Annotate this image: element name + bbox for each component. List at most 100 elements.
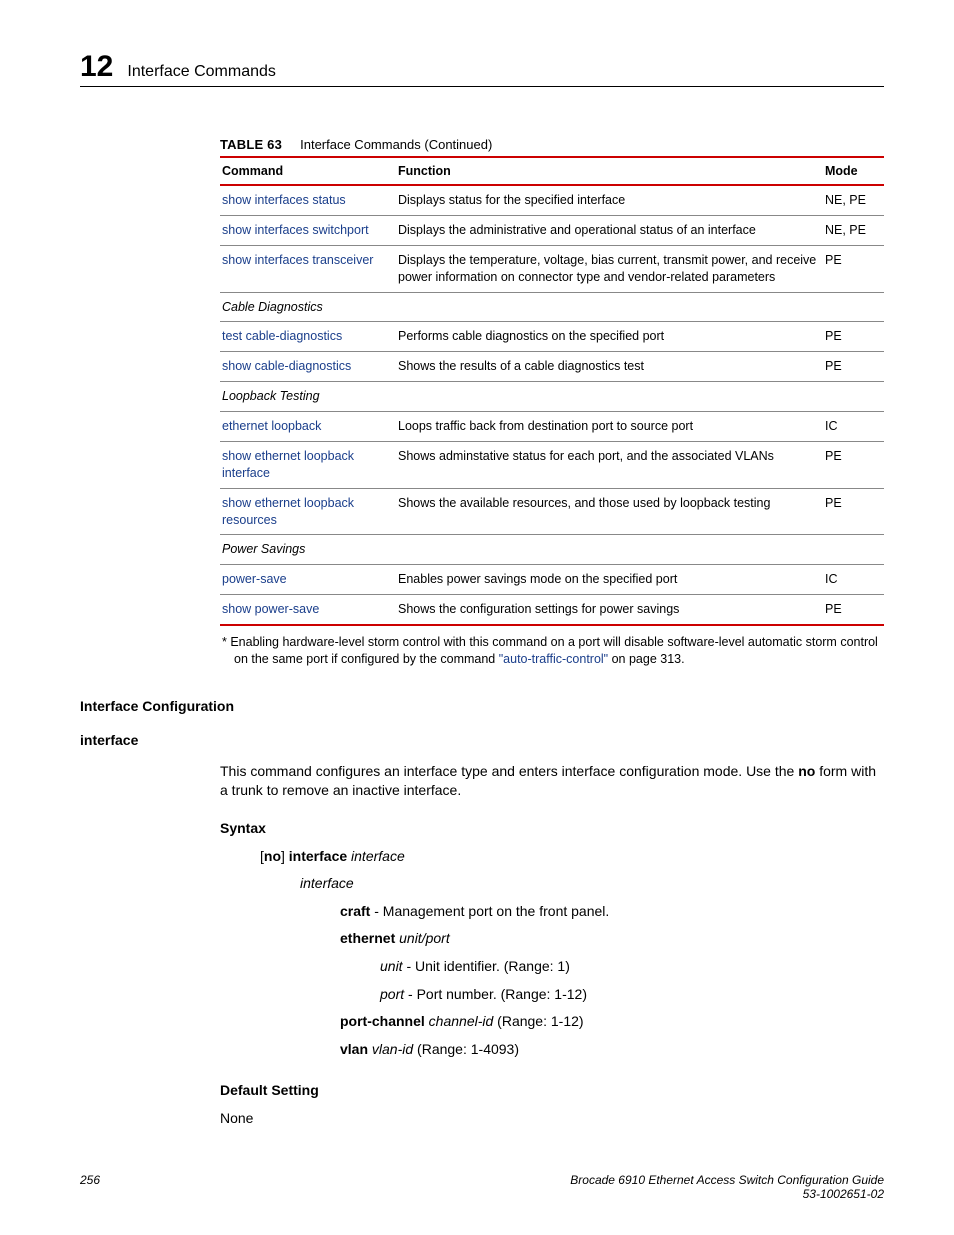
function-cell: Loops traffic back from destination port… [396,412,823,442]
command-cell: show ethernet loopback interface [220,441,396,488]
mode-cell: IC [823,565,884,595]
function-cell: Shows the configuration settings for pow… [396,595,823,625]
command-description: This command configures an interface typ… [220,762,884,801]
command-cell: show ethernet loopback resources [220,488,396,535]
bracket-close: ] [281,848,289,864]
chapter-title: Interface Commands [127,63,276,81]
command-cell: test cable-diagnostics [220,322,396,352]
craft-desc: - Management port on the front panel. [370,903,609,919]
command-cell: show interfaces switchport [220,215,396,245]
port-line: port - Port number. (Range: 1-12) [380,985,884,1005]
mode-cell: PE [823,352,884,382]
section-interface: interface [80,732,884,748]
port-kw: port [380,986,404,1002]
footnote-text-post: on page 313. [608,652,684,666]
unit-kw: unit [380,958,403,974]
desc-no: no [798,763,815,779]
vlan-range: (Range: 1-4093) [413,1041,519,1057]
command-link[interactable]: ethernet loopback [222,419,321,433]
command-link[interactable]: show interfaces switchport [222,223,369,237]
doc-title: Brocade 6910 Ethernet Access Switch Conf… [570,1173,884,1187]
command-link[interactable]: show ethernet loopback interface [222,449,354,480]
footer-right: Brocade 6910 Ethernet Access Switch Conf… [570,1173,884,1201]
table-caption: TABLE 63 Interface Commands (Continued) [220,137,884,152]
function-cell: Shows the results of a cable diagnostics… [396,352,823,382]
command-link[interactable]: show cable-diagnostics [222,359,351,373]
col-command: Command [220,157,396,185]
command-link[interactable]: show interfaces transceiver [222,253,373,267]
function-cell: Shows the available resources, and those… [396,488,823,535]
table-group-row: Cable Diagnostics [220,292,884,322]
table-group-row: Power Savings [220,535,884,565]
table-body: show interfaces status Displays status fo… [220,185,884,625]
syntax-block: Syntax [no] interface interface interfac… [220,819,884,1129]
mode-cell: PE [823,322,884,352]
group-label: Cable Diagnostics [220,292,884,322]
doc-number: 53-1002651-02 [570,1187,884,1201]
table-header-row: Command Function Mode [220,157,884,185]
syntax-cmd: interface [289,848,347,864]
vlan-line: vlan vlan-id (Range: 1-4093) [340,1040,884,1060]
vlan-kw: vlan [340,1041,368,1057]
interface-arg: interface [300,874,884,894]
table-group-row: Loopback Testing [220,382,884,412]
function-cell: Displays the administrative and operatio… [396,215,823,245]
command-link[interactable]: show interfaces status [222,193,346,207]
mode-cell: IC [823,412,884,442]
craft-line: craft - Management port on the front pan… [340,902,884,922]
vlan-arg: vlan-id [368,1041,413,1057]
function-cell: Displays status for the specified interf… [396,185,823,215]
table-row: show ethernet loopback interface Shows ad… [220,441,884,488]
mode-cell: PE [823,595,884,625]
page-header: 12 Interface Commands [80,50,884,87]
mode-cell: NE, PE [823,215,884,245]
command-link[interactable]: show ethernet loopback resources [222,496,354,527]
commands-table: Command Function Mode show interfaces st… [220,156,884,626]
table-row: test cable-diagnostics Performs cable dia… [220,322,884,352]
pc-range: (Range: 1-12) [493,1013,583,1029]
table-row: show interfaces status Displays status fo… [220,185,884,215]
ethernet-line: ethernet unit/port [340,929,884,949]
syntax-heading: Syntax [220,819,884,839]
pc-arg: channel-id [425,1013,494,1029]
default-setting-value: None [220,1109,884,1129]
ethernet-arg: unit/port [395,930,449,946]
command-cell: show interfaces transceiver [220,245,396,292]
craft-kw: craft [340,903,370,919]
table-title: Interface Commands (Continued) [300,137,492,152]
table-row: ethernet loopback Loops traffic back from… [220,412,884,442]
unit-line: unit - Unit identifier. (Range: 1) [380,957,884,977]
table-row: show ethernet loopback resources Shows th… [220,488,884,535]
table-row: show power-save Shows the configuration s… [220,595,884,625]
function-cell: Enables power savings mode on the specif… [396,565,823,595]
syntax-no: no [264,848,281,864]
syntax-line: [no] interface interface [260,847,884,867]
table-row: show interfaces transceiver Displays the … [220,245,884,292]
group-label: Loopback Testing [220,382,884,412]
command-link[interactable]: show power-save [222,602,319,616]
unit-desc: - Unit identifier. (Range: 1) [403,958,570,974]
command-link[interactable]: test cable-diagnostics [222,329,342,343]
page-footer: 256 Brocade 6910 Ethernet Access Switch … [80,1173,884,1201]
mode-cell: PE [823,441,884,488]
port-channel-line: port-channel channel-id (Range: 1-12) [340,1012,884,1032]
command-cell: show cable-diagnostics [220,352,396,382]
port-desc: - Port number. (Range: 1-12) [404,986,587,1002]
syntax-arg: interface [347,848,405,864]
function-cell: Shows adminstative status for each port,… [396,441,823,488]
mode-cell: NE, PE [823,185,884,215]
section-interface-configuration: Interface Configuration [80,698,884,714]
default-setting-heading: Default Setting [220,1081,884,1101]
command-cell: show power-save [220,595,396,625]
table-row: show cable-diagnostics Shows the results … [220,352,884,382]
command-link[interactable]: power-save [222,572,287,586]
command-cell: ethernet loopback [220,412,396,442]
function-cell: Displays the temperature, voltage, bias … [396,245,823,292]
page: 12 Interface Commands TABLE 63 Interface… [0,0,954,1235]
function-cell: Performs cable diagnostics on the specif… [396,322,823,352]
table-row: power-save Enables power savings mode on … [220,565,884,595]
footnote-link[interactable]: "auto-traffic-control" [499,652,608,666]
table-footnote: * Enabling hardware-level storm control … [220,634,884,668]
chapter-number: 12 [80,50,113,84]
mode-cell: PE [823,488,884,535]
